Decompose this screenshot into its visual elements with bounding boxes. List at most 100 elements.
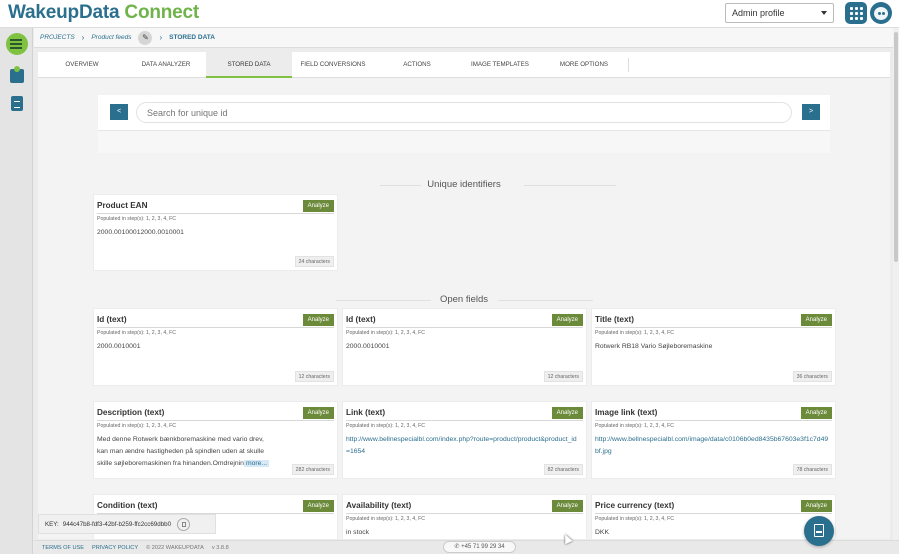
section-divider [524,185,616,186]
key-label: KEY: [45,520,59,528]
profile-select-value: Admin profile [732,8,785,18]
terms-link[interactable]: TERMS OF USE [42,545,84,551]
floating-document-button[interactable] [804,516,834,546]
field-card: Description (text) Analyze Populated in … [93,401,338,479]
card-value: in stock [346,529,370,536]
card-title: Title (text) [595,315,634,324]
tools-icon [10,66,24,83]
char-count-badge: 36 characters [792,371,832,382]
field-card: Link (text) Analyze Populated in step(s)… [342,401,587,479]
field-card: Availability (text) Analyze Populated in… [342,494,587,539]
search-panel: < > [98,95,830,130]
tab-data-analyzer[interactable]: DATA ANALYZER [126,52,206,78]
card-steps: Populated in step(s): 1, 2, 3, 4, FC [346,423,426,429]
tab-field-conversions[interactable]: FIELD CONVERSIONS [292,52,374,78]
document-icon [11,96,23,111]
copy-icon[interactable] [177,517,191,531]
next-button[interactable]: > [802,104,820,120]
card-steps: Populated in step(s): 1, 2, 3, 4, FC [346,330,426,336]
profile-select[interactable]: Admin profile [725,3,834,23]
search-panel-footer [98,130,830,153]
scrollbar-thumb[interactable] [894,32,898,262]
phone-number: +45 71 99 29 34 [461,544,505,550]
breadcrumb-current: STORED DATA [169,34,215,41]
tab-image-templates[interactable]: IMAGE TEMPLATES [460,52,540,78]
field-card: Product EAN Analyze Populated in step(s)… [93,194,338,271]
card-header: Availability (text) Analyze [346,498,583,514]
card-title: Image link (text) [595,408,658,417]
card-header: Condition (text) Analyze [97,498,334,514]
analyze-button[interactable]: Analyze [551,407,583,419]
card-steps: Populated in step(s): 1, 2, 3, 4, FC [346,516,426,522]
key-value: 944c47b8-fdf3-42bf-b259-ffc2cc69dbb0 [62,520,172,528]
search-input[interactable] [136,102,792,123]
card-steps: Populated in step(s): 1, 2, 3, 4, FC [595,516,675,522]
privacy-link[interactable]: PRIVACY POLICY [92,545,138,551]
pencil-icon[interactable]: ✎ [138,30,153,45]
field-card: Price currency (text) Analyze Populated … [591,494,836,539]
card-value-link[interactable]: http://www.bellnespecialbl.com/image/dat… [595,434,829,460]
analyze-button[interactable]: Analyze [302,200,334,212]
card-title: Id (text) [97,315,127,324]
tab-stored-data[interactable]: STORED DATA [206,52,292,78]
card-title: Link (text) [346,408,386,417]
card-value: 2000.00100012000.0010001 [97,229,184,236]
card-steps: Populated in step(s): 1, 2, 3, 4, FC [97,423,177,429]
chevron-down-icon [821,11,827,15]
top-header: WakeupData Connect Admin profile [0,0,899,28]
tab-actions[interactable]: ACTIONS [374,52,460,78]
card-header: Product EAN Analyze [97,198,334,214]
section-open-fields: Open fields [38,294,890,306]
prev-button[interactable]: < [110,104,128,120]
sidebar-list-button[interactable] [6,33,28,55]
breadcrumb-product-feeds[interactable]: Product feeds [91,34,131,41]
grid-dot [860,17,863,20]
card-header: Id (text) Analyze [97,312,334,328]
sidebar-docs-button[interactable] [6,93,28,115]
grid-dot [855,7,858,10]
grid-dot [850,7,853,10]
avatar-face-icon [874,7,888,20]
tab-more-options[interactable]: MORE OPTIONS [540,52,628,78]
app-logo[interactable]: WakeupData Connect [8,2,199,24]
card-steps: Populated in step(s): 1, 2, 3, 4, FC [97,330,177,336]
section-unique-identifiers: Unique identifiers [38,179,890,191]
user-avatar[interactable] [870,2,892,24]
card-value: 2000.0010001 [346,343,390,350]
more-link[interactable]: more... [243,460,270,467]
card-title: Condition (text) [97,501,158,510]
char-count-badge: 82 characters [543,464,583,475]
breadcrumb-projects[interactable]: PROJECTS [40,34,75,41]
copyright-text: © 2022 WAKEUPDATA [146,544,204,551]
analyze-button[interactable]: Analyze [302,407,334,419]
analyze-button[interactable]: Analyze [302,500,334,512]
analyze-button[interactable]: Analyze [302,314,334,326]
card-value-link[interactable]: http://www.bellnespecialbl.com/index.php… [346,434,580,460]
chevron-right-icon: › [159,33,163,42]
analyze-button[interactable]: Analyze [551,314,583,326]
version-text: v 3.8.8 [211,544,229,551]
card-header: Title (text) Analyze [595,312,832,328]
char-count-badge: 78 characters [792,464,832,475]
list-icon-line [12,43,22,45]
analyze-button[interactable]: Analyze [551,500,583,512]
section-divider [380,185,422,186]
card-header: Id (text) Analyze [346,312,583,328]
card-steps: Populated in step(s): 1, 2, 3, 4, FC [595,330,675,336]
tab-overview[interactable]: OVERVIEW [38,52,126,78]
apps-grid-button[interactable] [845,2,867,24]
grid-dot [860,12,863,15]
chevron-right-icon: › [81,33,85,42]
analyze-button[interactable]: Analyze [800,500,832,512]
analyze-button[interactable]: Analyze [800,407,832,419]
list-icon-line [12,47,22,49]
card-value: 2000.0010001 [97,343,141,350]
section-divider [498,300,593,301]
phone-badge[interactable]: ✆ +45 71 99 29 34 [443,541,516,553]
grid-dot [860,7,863,10]
analyze-button[interactable]: Analyze [800,314,832,326]
sidebar-tools-button[interactable] [6,65,28,87]
card-steps: Populated in step(s): 1, 2, 3, 4, FC [97,216,177,222]
card-value: DKK [595,529,609,536]
tab-divider [628,58,629,72]
